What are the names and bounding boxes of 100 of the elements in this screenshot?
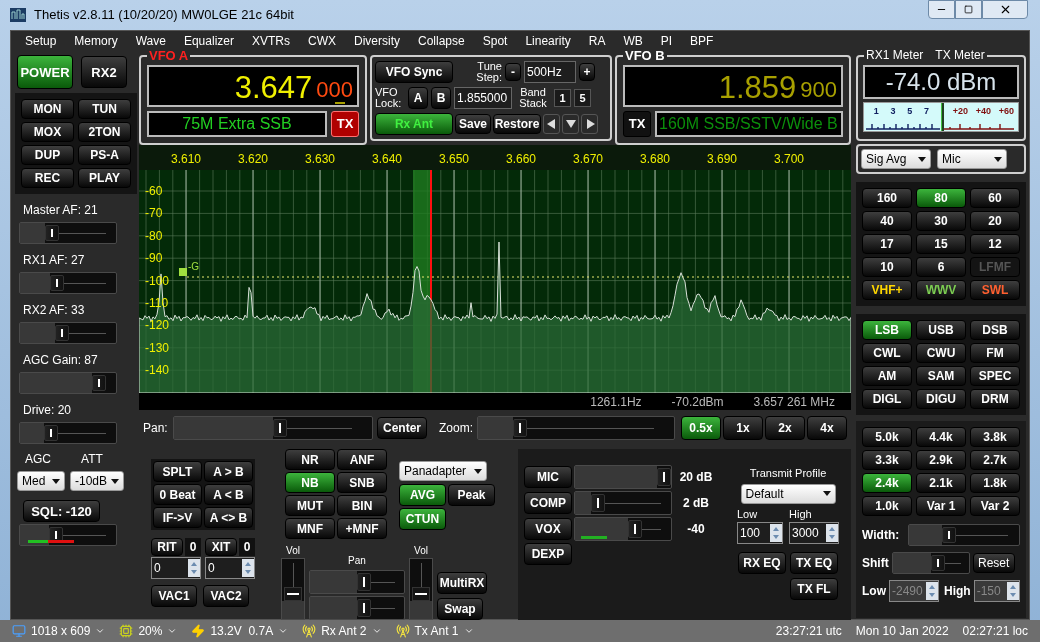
band-button[interactable]: VHF+: [862, 280, 912, 300]
slider-thumb[interactable]: [591, 494, 606, 512]
filter-button[interactable]: 1.0k: [862, 496, 912, 516]
band-step-button[interactable]: [562, 114, 579, 134]
dropdown-caret-icon[interactable]: [278, 626, 289, 636]
mode-button[interactable]: DRM: [970, 389, 1020, 409]
function-button[interactable]: PLAY: [78, 168, 131, 188]
transmit-control-button[interactable]: COMP: [524, 492, 572, 514]
dsp-button[interactable]: BIN: [337, 495, 387, 516]
vac-button[interactable]: VAC1: [151, 585, 197, 607]
band-button[interactable]: 20: [970, 211, 1020, 231]
slider-thumb[interactable]: [357, 573, 371, 591]
filter-button[interactable]: 3.8k: [970, 427, 1020, 447]
band-step-button[interactable]: [543, 114, 560, 134]
transmit-control-button[interactable]: MIC: [524, 466, 572, 488]
transmit-control-button[interactable]: DEXP: [524, 543, 572, 565]
filter-button[interactable]: 1.8k: [970, 473, 1020, 493]
filter-button[interactable]: 2.9k: [916, 450, 966, 470]
menu-item[interactable]: Linearity: [525, 32, 571, 50]
equalizer-button[interactable]: RX EQ: [738, 552, 786, 574]
vfo-function-button[interactable]: A > B: [204, 461, 253, 482]
rit-offset-field[interactable]: 0: [151, 557, 201, 579]
menu-item[interactable]: BPF: [690, 32, 714, 50]
mode-button[interactable]: CWL: [862, 343, 912, 363]
dropdown-caret-icon[interactable]: [371, 626, 382, 636]
band-button[interactable]: WWV: [916, 280, 966, 300]
step-up-button[interactable]: +: [579, 63, 595, 81]
slider-thumb[interactable]: [942, 527, 956, 543]
maximize-button[interactable]: [955, 0, 982, 19]
slider[interactable]: [173, 416, 373, 440]
band-button[interactable]: 10: [862, 257, 912, 277]
slider[interactable]: [19, 222, 117, 244]
mode-button[interactable]: DSB: [970, 320, 1020, 340]
menu-item[interactable]: Diversity: [354, 32, 400, 50]
equalizer-button[interactable]: TX EQ: [790, 552, 838, 574]
xit-offset-field[interactable]: 0: [205, 557, 255, 579]
slider-thumb[interactable]: [357, 599, 371, 617]
marker-handle[interactable]: [179, 268, 187, 276]
lock-frequency-field[interactable]: 1.855000: [454, 87, 512, 109]
display-button[interactable]: AVG: [399, 484, 446, 506]
function-button[interactable]: 2TON: [78, 122, 131, 142]
slider[interactable]: [574, 465, 672, 489]
slider[interactable]: [309, 570, 405, 594]
rx2-button[interactable]: RX2: [81, 56, 127, 88]
menu-item[interactable]: RA: [588, 32, 606, 50]
menu-item[interactable]: WB: [623, 32, 643, 50]
mode-button[interactable]: USB: [916, 320, 966, 340]
filter-button[interactable]: 2.7k: [970, 450, 1020, 470]
slider[interactable]: [309, 596, 405, 620]
low-cut-field[interactable]: 100: [737, 522, 783, 544]
band-button[interactable]: 15: [916, 234, 966, 254]
mode-button[interactable]: FM: [970, 343, 1020, 363]
menu-item[interactable]: Equalizer: [183, 32, 234, 50]
function-button[interactable]: REC: [21, 168, 74, 188]
filter-button[interactable]: Var 2: [970, 496, 1020, 516]
slider-thumb[interactable]: [92, 375, 106, 391]
slider-thumb[interactable]: [412, 587, 430, 601]
mode-button[interactable]: AM: [862, 366, 912, 386]
restore-button[interactable]: Restore: [493, 114, 541, 134]
center-button[interactable]: Center: [377, 417, 427, 439]
menu-item[interactable]: Collapse: [418, 32, 465, 50]
display-mode-dropdown[interactable]: Panadapter: [399, 461, 487, 481]
mode-button[interactable]: DIGL: [862, 389, 912, 409]
slider[interactable]: [908, 524, 1020, 546]
dsp-button[interactable]: SNB: [337, 472, 387, 493]
xit-button[interactable]: XIT: [205, 538, 237, 556]
slider-thumb[interactable]: [284, 587, 302, 601]
zoom-button[interactable]: 2x: [765, 416, 805, 440]
vfo-sync-button[interactable]: VFO Sync: [375, 61, 453, 83]
swap-button[interactable]: Swap: [437, 598, 483, 620]
function-button[interactable]: MON: [21, 99, 74, 119]
slider[interactable]: [477, 416, 675, 440]
display-button[interactable]: Peak: [448, 484, 495, 506]
multirx-button[interactable]: MultiRX: [437, 572, 487, 594]
band-button[interactable]: SWL: [970, 280, 1020, 300]
dsp-button[interactable]: NR: [285, 449, 335, 470]
slider[interactable]: [19, 422, 117, 444]
power-button[interactable]: POWER: [17, 55, 73, 89]
equalizer-button[interactable]: TX FL: [790, 578, 838, 600]
reset-button[interactable]: Reset: [972, 553, 1015, 573]
transmit-profile-dropdown[interactable]: Default: [740, 483, 836, 504]
band-button[interactable]: 12: [970, 234, 1020, 254]
close-button[interactable]: [982, 0, 1028, 19]
band-step-button[interactable]: [581, 114, 598, 134]
slider[interactable]: [574, 517, 672, 541]
band-button[interactable]: 30: [916, 211, 966, 231]
menu-item[interactable]: PI: [660, 32, 673, 50]
display-button[interactable]: CTUN: [399, 508, 446, 530]
vertical-slider[interactable]: [409, 558, 433, 620]
dropdown-caret-icon[interactable]: [95, 626, 106, 636]
slider-thumb[interactable]: [513, 419, 528, 437]
slider[interactable]: [574, 491, 672, 515]
slider[interactable]: [19, 322, 117, 344]
slider[interactable]: [19, 372, 117, 394]
dsp-button[interactable]: MUT: [285, 495, 335, 516]
tune-step-field[interactable]: 500Hz: [524, 61, 576, 83]
function-button[interactable]: PS-A: [78, 145, 131, 165]
slider-thumb[interactable]: [44, 425, 58, 441]
menu-item[interactable]: Wave: [135, 32, 166, 50]
rit-button[interactable]: RIT: [151, 538, 183, 556]
